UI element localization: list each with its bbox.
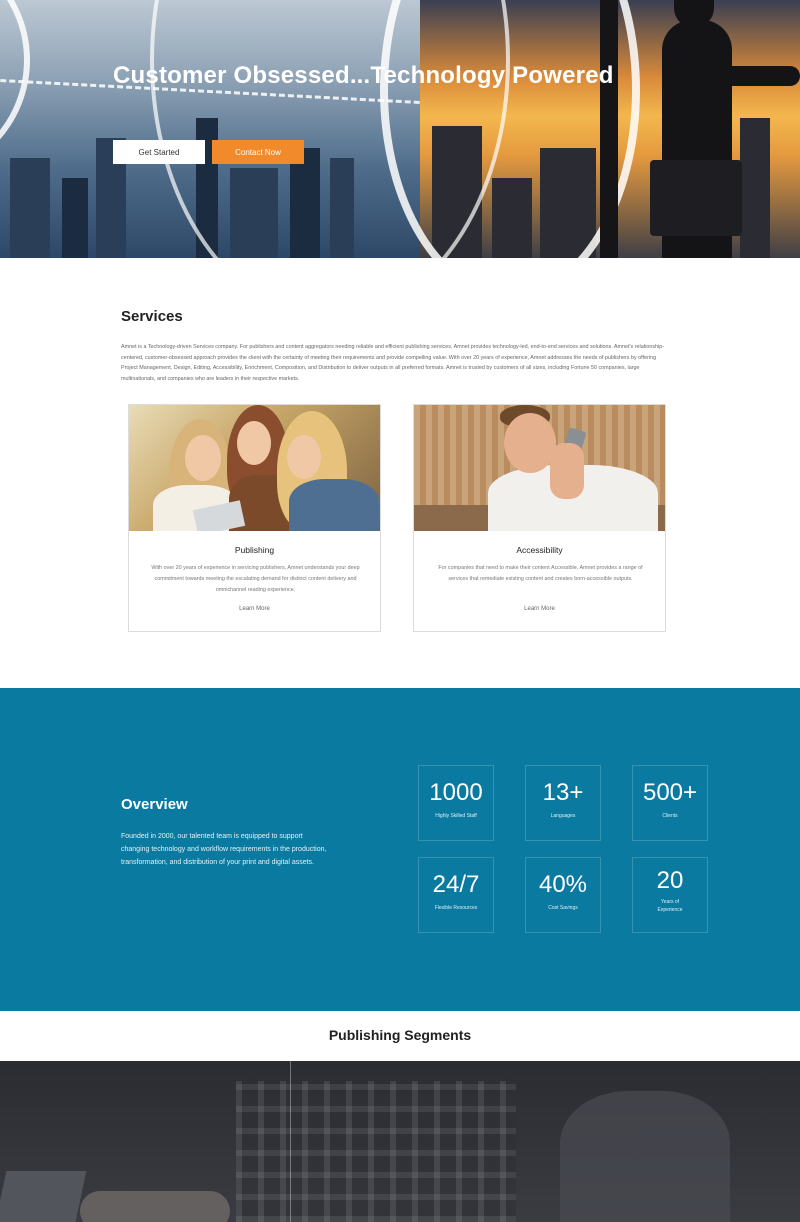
service-card-publishing: Publishing With over 20 years of experie… xyxy=(128,404,381,632)
services-heading: Services xyxy=(121,308,183,325)
segments-header: Publishing Segments xyxy=(0,1011,800,1061)
hero-businessman-arm xyxy=(720,66,800,86)
overview-heading: Overview xyxy=(121,796,188,813)
overview-description: Founded in 2000, our talented team is eq… xyxy=(121,833,327,866)
stat-value: 24/7 xyxy=(432,871,480,898)
stat-label: Years of Experience xyxy=(657,899,683,913)
stat-label: Languages xyxy=(550,813,576,819)
photo-hand xyxy=(550,443,584,499)
photo-person-face xyxy=(237,421,271,465)
photo-person-plaid-shirt xyxy=(236,1081,516,1222)
stat-value: 40% xyxy=(538,871,588,898)
hero-title: Customer Obsessed...Technology Powered xyxy=(113,62,614,89)
stat-clients: 500+ Clients xyxy=(632,765,708,841)
learn-more-link[interactable]: Learn More xyxy=(129,606,380,612)
services-description: Amnet is a Technology-driven Services co… xyxy=(121,344,665,382)
stat-value: 1000 xyxy=(429,779,483,806)
learn-more-link[interactable]: Learn More xyxy=(414,606,665,612)
contact-now-button[interactable]: Contact Now xyxy=(212,140,304,164)
stat-label: Cost Savings xyxy=(548,905,578,911)
hero-banner: Customer Obsessed...Technology Powered G… xyxy=(0,0,800,258)
card-description: With over 20 years of experience in serv… xyxy=(151,565,360,593)
hero-building xyxy=(10,158,50,258)
photo-person-face xyxy=(504,413,556,473)
hero-window-frame xyxy=(600,0,618,258)
overview-section: Overview Founded in 2000, our talented t… xyxy=(0,688,800,1011)
stat-label: Flexible Resources xyxy=(434,905,478,911)
service-card-accessibility: Accessibility For companies that need to… xyxy=(413,404,666,632)
stat-experience: 20 Years of Experience xyxy=(632,857,708,933)
segments-divider xyxy=(290,1061,291,1222)
segments-heading: Publishing Segments xyxy=(328,1027,472,1043)
photo-person-face xyxy=(185,435,221,481)
photo-person-shirt xyxy=(289,479,379,531)
photo-hand xyxy=(80,1191,230,1222)
photo-laptop xyxy=(0,1171,87,1222)
stat-value: 13+ xyxy=(542,779,584,806)
card-title: Publishing xyxy=(234,545,275,555)
stat-label: Clients xyxy=(662,813,678,819)
stat-staff: 1000 Highly Skilled Staff xyxy=(418,765,494,841)
stat-value: 500+ xyxy=(642,779,698,806)
hero-decorative-arc xyxy=(0,0,30,180)
stat-value: 20 xyxy=(656,867,684,894)
accessibility-photo xyxy=(414,405,665,531)
hero-briefcase xyxy=(650,160,742,236)
stat-label: Highly Skilled Staff xyxy=(435,813,477,819)
hero-building xyxy=(740,118,770,258)
stat-cost-savings: 40% Cost Savings xyxy=(525,857,601,933)
publishing-photo xyxy=(129,405,380,531)
photo-person xyxy=(560,1091,730,1222)
get-started-button[interactable]: Get Started xyxy=(113,140,205,164)
segments-background-photo xyxy=(0,1061,800,1222)
photo-person-face xyxy=(287,435,321,479)
stat-languages: 13+ Languages xyxy=(525,765,601,841)
card-title: Accessibility xyxy=(516,545,563,555)
hero-building xyxy=(62,178,88,258)
stat-resources: 24/7 Flexible Resources xyxy=(418,857,494,933)
card-description: For companies that need to make their co… xyxy=(438,565,643,582)
